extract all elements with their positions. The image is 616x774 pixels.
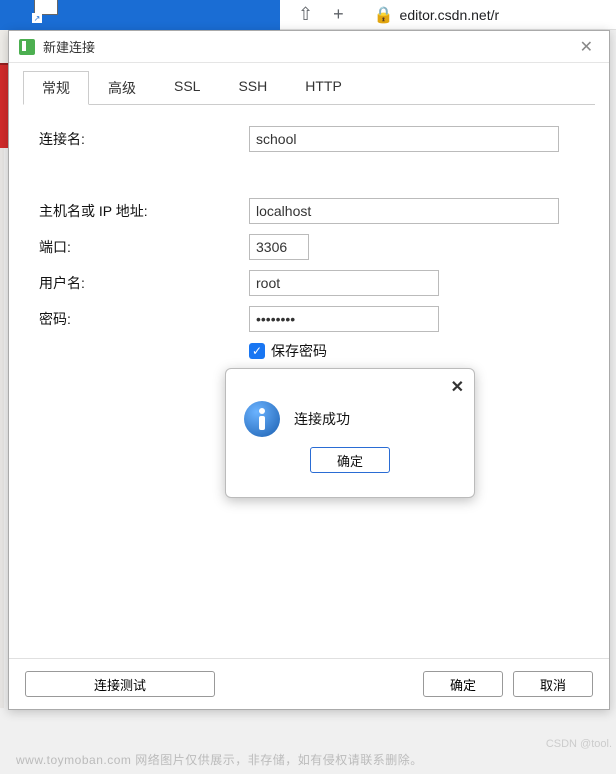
ok-button[interactable]: 确定 (423, 671, 503, 697)
label-connection-name: 连接名: (39, 129, 249, 149)
alert-close-icon[interactable]: ✕ (451, 377, 464, 397)
username-input[interactable] (249, 270, 439, 296)
address-bar[interactable]: 🔒 editor.csdn.net/r (374, 5, 500, 25)
tab-separator (23, 104, 595, 105)
form-area: 连接名: 主机名或 IP 地址: 端口: 用户名: 密码: ✓ 保存密码 (9, 105, 609, 381)
app-edge-red (0, 63, 8, 148)
titlebar: 新建连接 ✕ (9, 31, 609, 63)
app-edge-gray (0, 148, 4, 708)
browser-toolbar: ⇧ + 🔒 editor.csdn.net/r (280, 0, 616, 30)
new-tab-icon[interactable]: + (333, 4, 344, 25)
close-icon[interactable]: ✕ (574, 35, 599, 59)
app-edge (0, 30, 8, 63)
lock-icon: 🔒 (374, 5, 394, 25)
tab-advanced[interactable]: 高级 (89, 71, 155, 105)
dialog-footer: 连接测试 确定 取消 (9, 658, 609, 709)
cancel-button[interactable]: 取消 (513, 671, 593, 697)
tab-ssh[interactable]: SSH (219, 71, 286, 105)
tab-http[interactable]: HTTP (286, 71, 361, 105)
test-connection-button[interactable]: 连接测试 (25, 671, 215, 697)
tab-general[interactable]: 常规 (23, 71, 89, 105)
upload-icon[interactable]: ⇧ (298, 4, 313, 25)
tab-ssl[interactable]: SSL (155, 71, 219, 105)
save-password-label: 保存密码 (271, 341, 327, 361)
dialog-title: 新建连接 (43, 37, 574, 56)
label-port: 端口: (39, 237, 249, 257)
info-icon (244, 401, 280, 437)
app-icon (19, 39, 35, 55)
alert-ok-button[interactable]: 确定 (310, 447, 390, 473)
host-input[interactable] (249, 198, 559, 224)
label-username: 用户名: (39, 273, 249, 293)
label-host: 主机名或 IP 地址: (39, 201, 249, 221)
watermark-text: www.toymoban.com 网络图片仅供展示，非存储，如有侵权请联系删除。 (16, 751, 423, 768)
alert-message: 连接成功 (294, 409, 350, 429)
desktop-shortcut[interactable]: ↗ (30, 0, 70, 25)
url-text: editor.csdn.net/r (400, 7, 500, 23)
connection-name-input[interactable] (249, 126, 559, 152)
port-input[interactable] (249, 234, 309, 260)
save-password-checkbox[interactable]: ✓ (249, 343, 265, 359)
password-input[interactable] (249, 306, 439, 332)
success-alert: ✕ 连接成功 确定 (225, 368, 475, 498)
csdn-mark: CSDN @tool. (546, 738, 612, 750)
tab-bar: 常规 高级 SSL SSH HTTP (9, 63, 609, 105)
label-password: 密码: (39, 309, 249, 329)
